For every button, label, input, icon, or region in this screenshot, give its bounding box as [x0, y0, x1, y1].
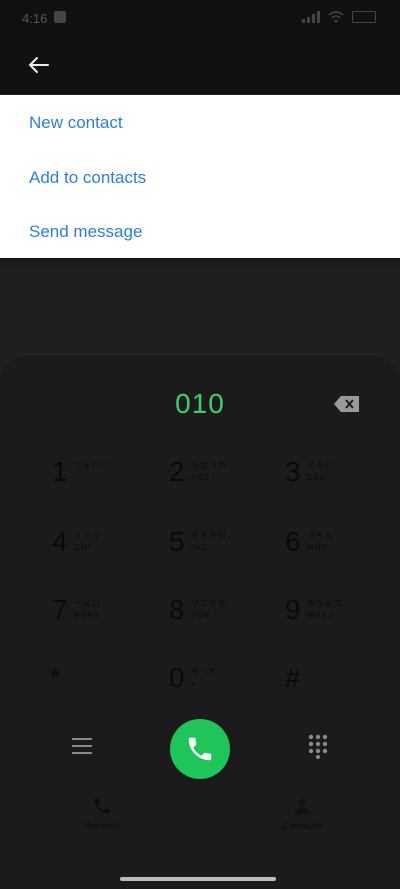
context-menu: New contact Add to contacts Send message [0, 95, 400, 258]
status-bar: 4:16 [0, 0, 400, 36]
key-1[interactable]: 1 ㄅㄆㄇㄈ [52, 456, 162, 512]
key-7[interactable]: 7 ㄧㄨㄩ PQRS [52, 594, 162, 650]
key-digit: 5 [169, 526, 185, 557]
key-letters: + [191, 679, 197, 688]
key-zhuyin: ㄗㄘㄙ [307, 531, 334, 540]
key-digit: 8 [169, 594, 185, 625]
key-digit: 6 [285, 526, 301, 557]
key-5[interactable]: 5 ㄓㄔㄕㄖ JKL [169, 526, 279, 582]
key-digit: 7 [52, 594, 68, 625]
key-4[interactable]: 4 ㄐㄑㄒ GHI [52, 526, 162, 582]
key-8[interactable]: 8 ㄚㄛㄜㄝ TUV [169, 594, 279, 650]
tab-contacts[interactable]: Contacts [262, 795, 342, 832]
key-letters: ABC [191, 473, 211, 482]
menu-item-add-to-contacts[interactable]: Add to contacts [0, 151, 400, 205]
key-digit: # [285, 662, 301, 693]
key-0[interactable]: 0 ㄢㄣㄤ + [169, 662, 279, 718]
phone-icon [188, 737, 212, 761]
key-zhuyin: ㄉㄊㄋㄌ [191, 461, 227, 470]
key-letters: WXYZ [307, 611, 335, 620]
key-zhuyin: ㄍㄎㄏ [307, 461, 334, 470]
key-zhuyin: ㄚㄛㄜㄝ [191, 599, 227, 608]
key-digit: 0 [169, 662, 185, 693]
key-letters: GHI [74, 543, 92, 552]
home-indicator[interactable] [120, 877, 276, 881]
menu-item-send-message[interactable]: Send message [0, 205, 400, 259]
key-zhuyin: ㄓㄔㄕㄖ [191, 531, 227, 540]
key-zhuyin: ㄅㄆㄇㄈ [74, 461, 110, 470]
key-zhuyin: ㄧㄨㄩ [74, 599, 101, 608]
key-digit: 2 [169, 456, 185, 487]
key-digit: 4 [52, 526, 68, 557]
tab-recents-label: Recents [83, 821, 121, 832]
backspace-icon[interactable] [333, 394, 361, 414]
dialpad-icon[interactable] [306, 733, 330, 759]
tab-recents[interactable]: Recents [62, 795, 142, 832]
key-9[interactable]: 9 ㄞㄟㄠㄡ WXYZ [285, 594, 395, 650]
call-button[interactable] [170, 719, 230, 779]
key-letters: MNO [307, 543, 329, 552]
key-letters: TUV [191, 611, 210, 620]
key-zhuyin: ㄞㄟㄠㄡ [307, 599, 343, 608]
battery-icon [352, 11, 376, 23]
key-zhuyin: ㄢㄣㄤ [191, 667, 218, 676]
phone-screen: 4:16 Recents New contact Add to contacts… [0, 0, 400, 889]
key-letters: JKL [191, 543, 208, 552]
signal-icon [302, 11, 320, 23]
key-letters: PQRS [74, 611, 101, 620]
person-icon [294, 798, 310, 815]
phone-icon [94, 798, 110, 814]
tab-contacts-label: Contacts [282, 821, 322, 832]
key-letters: DEF [307, 473, 326, 482]
key-digit: 9 [285, 594, 301, 625]
menu-item-new-contact[interactable]: New contact [0, 95, 400, 151]
key-2[interactable]: 2 ㄉㄊㄋㄌ ABC [169, 456, 279, 512]
notification-icon [54, 11, 66, 23]
status-icons [302, 11, 376, 23]
menu-lines-icon[interactable] [70, 735, 94, 757]
page-title: Recents [163, 55, 237, 76]
key-letters: , [72, 679, 76, 688]
key-star[interactable]: * , [50, 662, 160, 718]
key-digit: 3 [285, 456, 301, 487]
app-bar: Recents [0, 36, 400, 94]
key-digit: 1 [52, 456, 68, 487]
key-digit: * [50, 662, 61, 693]
key-zhuyin: ㄐㄑㄒ [74, 531, 101, 540]
key-6[interactable]: 6 ㄗㄘㄙ MNO [285, 526, 395, 582]
wifi-icon [328, 11, 344, 23]
key-3[interactable]: 3 ㄍㄎㄏ DEF [285, 456, 395, 512]
key-hash[interactable]: # [285, 662, 395, 718]
status-time: 4:16 [22, 11, 48, 26]
